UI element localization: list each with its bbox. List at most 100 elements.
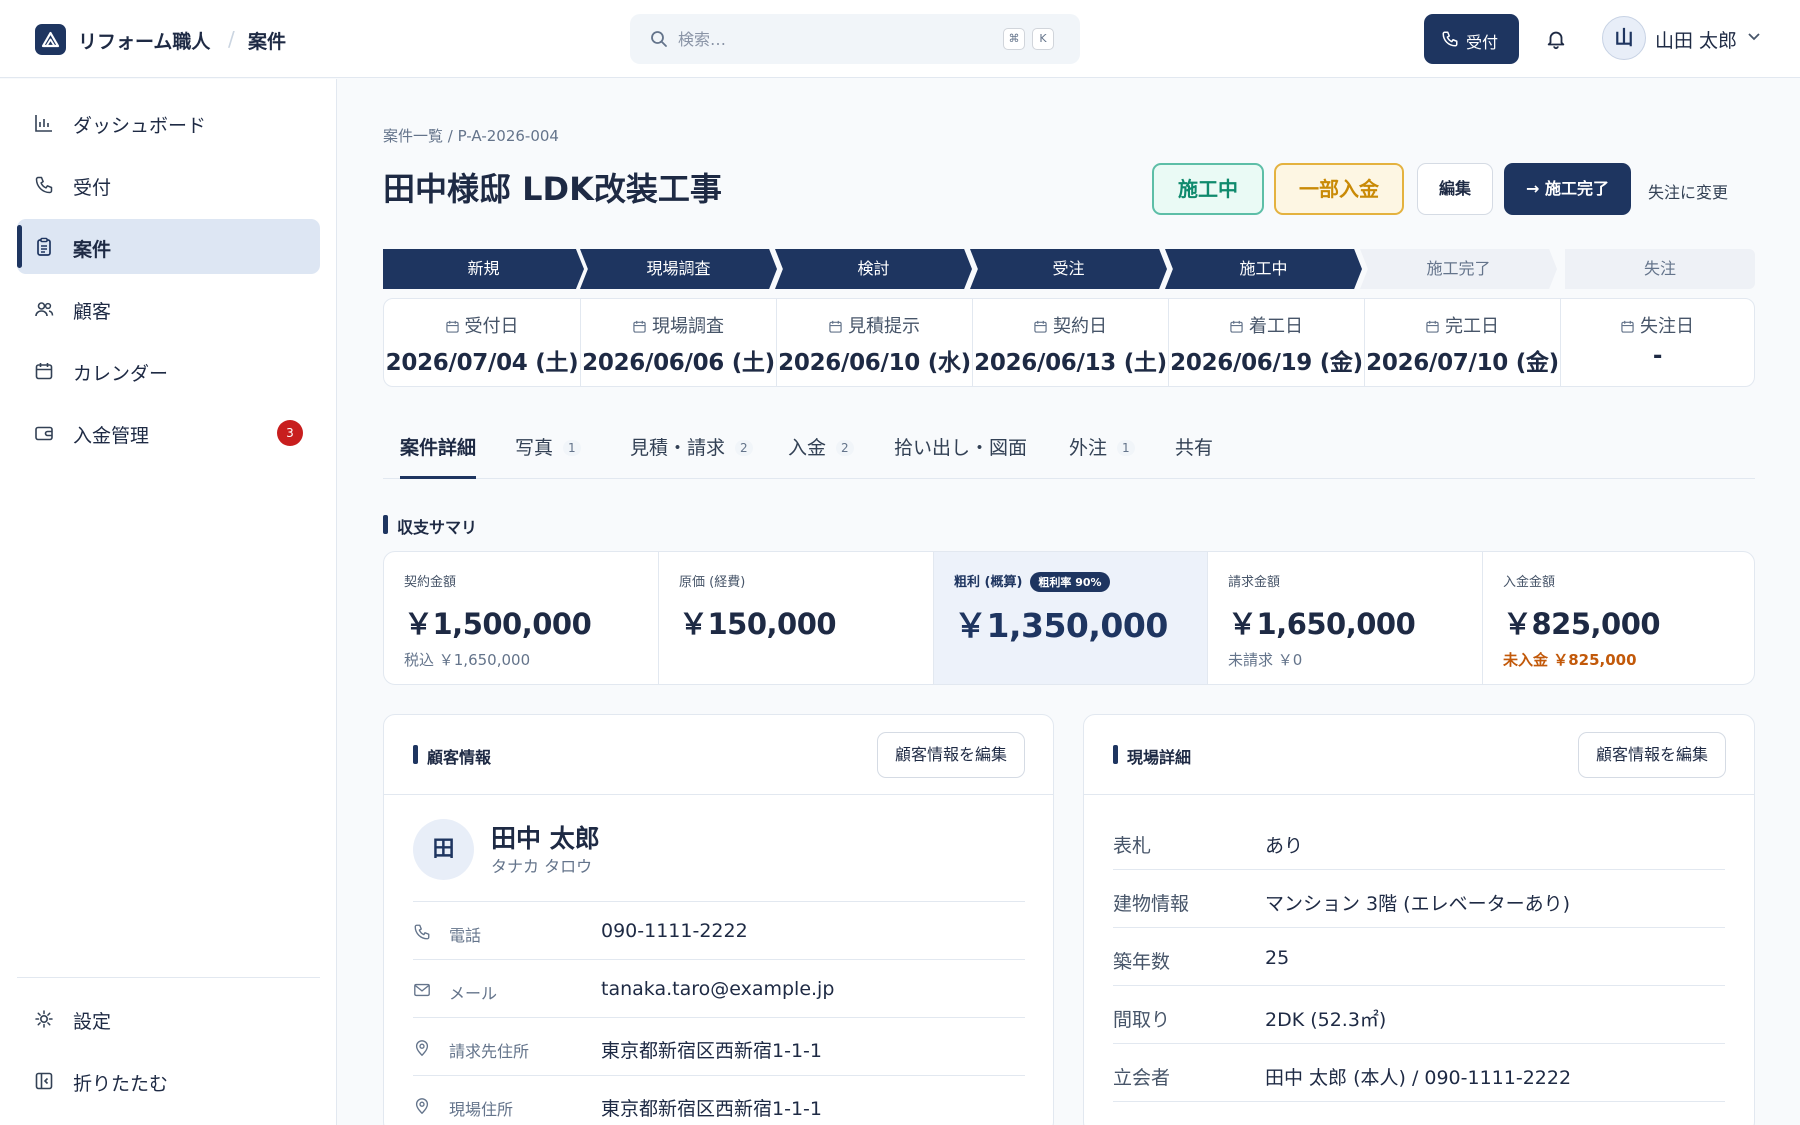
- sidebar-item-customers[interactable]: 顧客: [17, 281, 320, 336]
- search-input[interactable]: [678, 27, 978, 51]
- summary-label: 粗利 (概算): [954, 575, 1023, 590]
- sidebar: ダッシュボード 受付 案件 顧客 カレンダー 入金管理 3 設定 折りたたむ: [0, 79, 337, 1125]
- sidebar-item-label: ダッシュボード: [73, 115, 207, 137]
- tab-count: 2: [836, 440, 854, 456]
- app-name[interactable]: リフォーム職人: [78, 27, 210, 54]
- date-value: 2026/06/19 (金): [1170, 350, 1363, 376]
- summary-sub: 税込 ￥1,650,000: [404, 651, 531, 669]
- calendar-icon: [1230, 320, 1243, 333]
- breadcrumb[interactable]: 案件一覧 / P-A-2026-004: [383, 125, 559, 146]
- tab-label: 案件詳細: [400, 437, 477, 459]
- site-row: 立会者 田中 太郎 (本人) / 090-1111-2222: [1113, 1044, 1725, 1102]
- mail-icon: [413, 981, 431, 999]
- summary-sub-unpaid: 未入金 ￥825,000: [1503, 651, 1637, 669]
- date-value: 2026/07/10 (金): [1366, 350, 1559, 376]
- map-pin-icon: [413, 1039, 431, 1057]
- customer-info-panel: 顧客情報 顧客情報を編集 田 田中 太郎 タナカ タロウ 電話 090-1111…: [383, 714, 1054, 1125]
- sidebar-item-reception[interactable]: 受付: [17, 157, 320, 212]
- app-logo[interactable]: [35, 24, 66, 55]
- tab-photos[interactable]: 写真 1: [515, 433, 581, 479]
- sidebar-item-dashboard[interactable]: ダッシュボード: [17, 95, 320, 150]
- edit-button[interactable]: 編集: [1417, 163, 1493, 215]
- summary-label: 契約金額: [404, 575, 457, 590]
- tab-share[interactable]: 共有: [1175, 433, 1213, 479]
- complete-construction-button[interactable]: → 施工完了: [1504, 163, 1631, 215]
- info-label: 現場住所: [449, 1100, 514, 1119]
- sidebar-item-settings[interactable]: 設定: [17, 991, 320, 1046]
- info-row-phone: 電話 090-1111-2222: [413, 901, 1025, 959]
- tab-bar: 案件詳細 写真 1 見積・請求 2 入金 2 拾い出し・図面 外注 1 共有: [383, 427, 1755, 479]
- date-label: 失注日: [1640, 316, 1694, 337]
- billing-address-value: 東京都新宿区西新宿1-1-1: [601, 1040, 822, 1062]
- site-row: 表札 あり: [1113, 812, 1725, 870]
- edit-site-button[interactable]: 顧客情報を編集: [1577, 732, 1726, 778]
- site-value: あり: [1265, 835, 1304, 857]
- info-row-email: メール tanaka.taro@example.jp: [413, 959, 1025, 1017]
- panel-title: 顧客情報: [413, 744, 491, 768]
- wallet-icon: [34, 423, 54, 443]
- info-row-site-address: 現場住所 東京都新宿区西新宿1-1-1: [413, 1075, 1025, 1125]
- sidebar-collapse-button[interactable]: 折りたたむ: [17, 1053, 320, 1108]
- payment-status-badge: 一部入金: [1274, 163, 1404, 215]
- tab-project-details[interactable]: 案件詳細: [400, 433, 477, 479]
- main-content: 案件一覧 / P-A-2026-004 田中様邸 LDK改装工事 施工中 一部入…: [338, 79, 1800, 1125]
- date-label: 完工日: [1445, 316, 1499, 337]
- site-label: 築年数: [1113, 951, 1171, 973]
- stage-consideration: 検討: [775, 249, 972, 289]
- info-label: 電話: [449, 926, 482, 945]
- sidebar-item-projects[interactable]: 案件: [17, 219, 320, 274]
- date-cell: 見積提示 2026/06/10 (水): [776, 299, 972, 386]
- payments-count-badge: 3: [277, 420, 303, 446]
- summary-card-contract: 契約金額 ￥1,500,000 税込 ￥1,650,000: [384, 552, 658, 684]
- phone-icon: [413, 923, 431, 941]
- tab-subcontract[interactable]: 外注 1: [1069, 433, 1135, 479]
- sidebar-item-label: カレンダー: [73, 363, 169, 385]
- sidebar-item-label: 折りたたむ: [73, 1073, 169, 1095]
- site-value: マンション 3階 (エレベーターあり): [1265, 893, 1570, 915]
- date-cell: 失注日 -: [1560, 299, 1754, 386]
- tab-label: 写真: [515, 437, 554, 459]
- phone-value[interactable]: 090-1111-2222: [601, 920, 748, 942]
- panel-header: 現場詳細 顧客情報を編集: [1084, 715, 1754, 795]
- collapse-panel-icon: [34, 1071, 54, 1091]
- date-label: 現場調査: [652, 316, 724, 337]
- date-label: 契約日: [1053, 316, 1107, 337]
- milestone-dates: 受付日 2026/07/04 (土) 現場調査 2026/06/06 (土) 見…: [383, 298, 1755, 387]
- site-label: 建物情報: [1113, 893, 1190, 915]
- calendar-icon: [1426, 320, 1439, 333]
- calendar-icon: [633, 320, 646, 333]
- bell-icon[interactable]: [1545, 27, 1567, 51]
- stage-new: 新規: [383, 249, 584, 289]
- edit-customer-button[interactable]: 顧客情報を編集: [876, 732, 1025, 778]
- sidebar-item-label: 設定: [73, 1011, 112, 1033]
- summary-section-title: 収支サマリ: [383, 514, 477, 538]
- tab-estimates-invoices[interactable]: 見積・請求 2: [630, 433, 753, 479]
- site-row: 建物情報 マンション 3階 (エレベーターあり): [1113, 870, 1725, 928]
- summary-card-received: 入金金額 ￥825,000 未入金 ￥825,000: [1482, 552, 1754, 684]
- sidebar-item-payments[interactable]: 入金管理 3: [17, 405, 320, 460]
- tab-takeoff-drawings[interactable]: 拾い出し・図面: [894, 433, 1027, 479]
- reception-button[interactable]: 受付: [1424, 14, 1519, 64]
- email-value[interactable]: tanaka.taro@example.jp: [601, 978, 834, 1000]
- summary-label-row: 粗利 (概算) 粗利率 90%: [954, 571, 1110, 592]
- site-value: 25: [1265, 947, 1290, 969]
- user-avatar[interactable]: 山: [1602, 16, 1646, 60]
- summary-value: ￥825,000: [1503, 607, 1661, 641]
- chevron-down-icon[interactable]: [1748, 33, 1760, 41]
- tab-payments[interactable]: 入金 2: [788, 433, 854, 479]
- mark-lost-button[interactable]: 失注に変更: [1648, 179, 1728, 203]
- calendar-icon: [34, 361, 54, 381]
- user-name[interactable]: 山田 太郎: [1655, 26, 1737, 53]
- phone-icon: [1441, 30, 1459, 48]
- bar-chart-icon: [34, 113, 54, 133]
- progress-stepper: 新規 現場調査 検討 受注 施工中 施工完了 失注: [383, 249, 1755, 289]
- date-value: 2026/06/13 (土): [974, 350, 1167, 376]
- page-title: 田中様邸 LDK改装工事: [383, 170, 722, 208]
- summary-card-gross-profit: 粗利 (概算) 粗利率 90% ￥1,350,000: [933, 552, 1207, 684]
- search-box[interactable]: ⌘ K: [630, 14, 1080, 64]
- date-cell: 契約日 2026/06/13 (土): [972, 299, 1168, 386]
- site-address-value: 東京都新宿区西新宿1-1-1: [601, 1098, 822, 1120]
- sidebar-item-calendar[interactable]: カレンダー: [17, 343, 320, 398]
- date-cell: 完工日 2026/07/10 (金): [1364, 299, 1560, 386]
- financial-summary: 契約金額 ￥1,500,000 税込 ￥1,650,000 原価 (経費) ￥1…: [383, 551, 1755, 685]
